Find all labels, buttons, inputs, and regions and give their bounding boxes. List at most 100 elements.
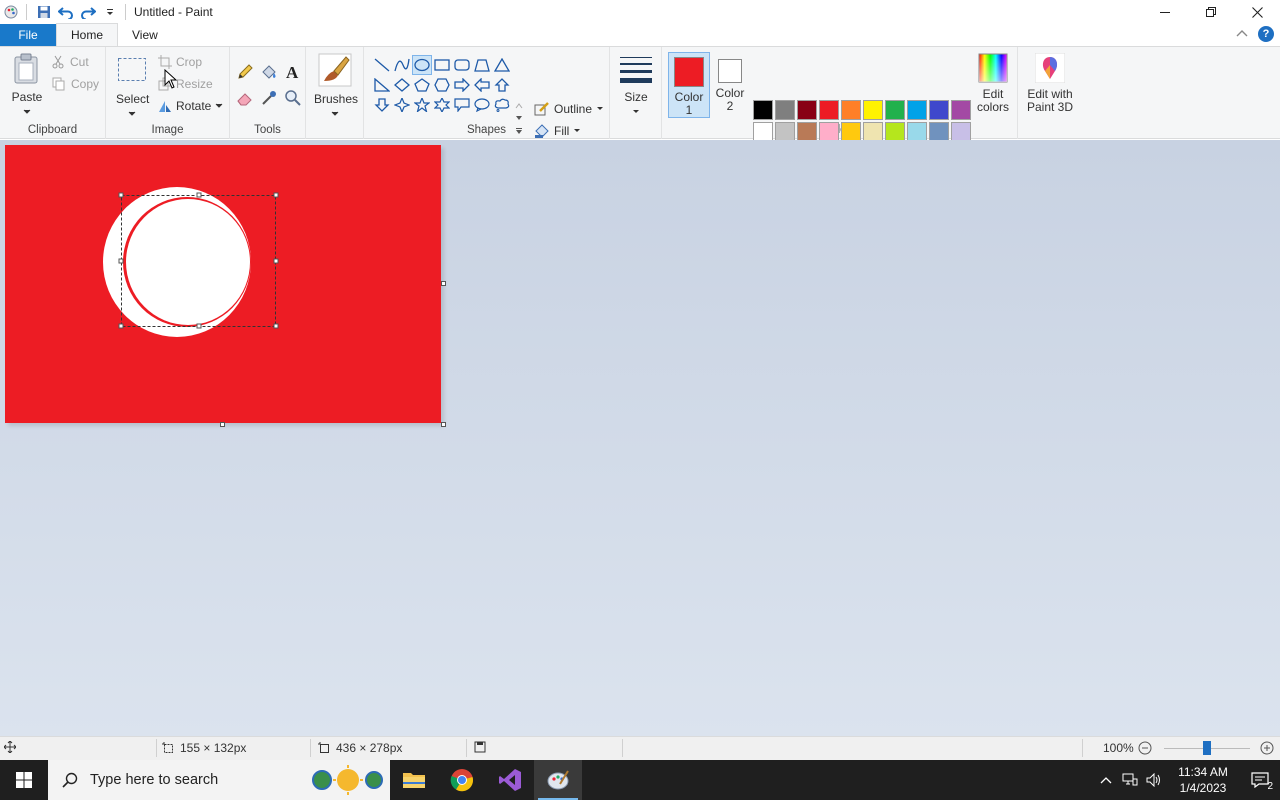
- shape-rect-callout-icon[interactable]: [452, 95, 472, 115]
- palette-swatch[interactable]: [775, 122, 795, 142]
- color2-button[interactable]: Color 2: [712, 52, 748, 118]
- palette-swatch[interactable]: [841, 122, 861, 142]
- shapes-scroll-up-icon[interactable]: [515, 103, 523, 109]
- shape-line-icon[interactable]: [372, 55, 392, 75]
- edit-with-paint3d-button[interactable]: Edit with Paint 3D: [1022, 52, 1078, 114]
- shapes-expand-icon[interactable]: [515, 127, 523, 135]
- palette-swatch[interactable]: [753, 100, 773, 120]
- zoom-in-button[interactable]: [1260, 741, 1274, 755]
- shape-cloud-callout-icon[interactable]: [492, 95, 512, 115]
- palette-swatch[interactable]: [819, 122, 839, 142]
- palette-swatch[interactable]: [797, 100, 817, 120]
- magnifier-icon[interactable]: [284, 89, 302, 107]
- taskbar-paint[interactable]: [534, 760, 582, 800]
- text-icon[interactable]: A: [284, 63, 302, 81]
- crop-button[interactable]: Crop: [158, 55, 202, 69]
- paste-button[interactable]: Paste: [10, 53, 44, 117]
- show-hidden-icons-button[interactable]: [1094, 776, 1118, 784]
- brushes-dropdown-chevron-icon[interactable]: [331, 111, 339, 117]
- tab-home[interactable]: Home: [56, 23, 119, 46]
- palette-swatch[interactable]: [951, 122, 971, 142]
- outline-dropdown-chevron-icon[interactable]: [596, 106, 604, 112]
- palette-swatch[interactable]: [885, 100, 905, 120]
- action-center-button[interactable]: 2: [1240, 772, 1280, 792]
- shape-up-arrow-icon[interactable]: [492, 75, 512, 95]
- palette-swatch[interactable]: [929, 100, 949, 120]
- taskbar-visual-studio[interactable]: [486, 760, 534, 800]
- color1-button[interactable]: Color 1: [668, 52, 710, 118]
- palette-swatch[interactable]: [841, 100, 861, 120]
- canvas-resize-handle-right[interactable]: [441, 281, 446, 286]
- restore-button[interactable]: [1188, 0, 1234, 24]
- shape-diamond-icon[interactable]: [392, 75, 412, 95]
- palette-swatch[interactable]: [819, 100, 839, 120]
- fill-dropdown-chevron-icon[interactable]: [573, 128, 581, 134]
- shape-pentagon-icon[interactable]: [412, 75, 432, 95]
- rotate-dropdown-chevron-icon[interactable]: [215, 103, 223, 109]
- shape-six-point-star-icon[interactable]: [432, 95, 452, 115]
- taskbar-search-box[interactable]: Type here to search: [48, 760, 390, 800]
- brushes-button[interactable]: Brushes: [314, 53, 358, 120]
- shape-left-arrow-icon[interactable]: [472, 75, 492, 95]
- shape-rectangle-icon[interactable]: [432, 55, 452, 75]
- drawing-canvas[interactable]: [5, 145, 441, 423]
- shape-rounded-rectangle-icon[interactable]: [452, 55, 472, 75]
- shape-right-arrow-icon[interactable]: [452, 75, 472, 95]
- palette-swatch[interactable]: [929, 122, 949, 142]
- palette-swatch[interactable]: [907, 100, 927, 120]
- undo-icon[interactable]: [55, 1, 77, 23]
- paste-dropdown-chevron-icon[interactable]: [23, 109, 31, 115]
- cut-button[interactable]: Cut: [52, 55, 89, 69]
- taskbar-clock[interactable]: 11:34 AM 1/4/2023: [1166, 764, 1240, 796]
- fill-bucket-icon[interactable]: [260, 63, 278, 81]
- palette-swatch[interactable]: [885, 122, 905, 142]
- shape-hexagon-icon[interactable]: [432, 75, 452, 95]
- shape-four-point-star-icon[interactable]: [392, 95, 412, 115]
- minimize-button[interactable]: [1142, 0, 1188, 24]
- palette-swatch[interactable]: [951, 100, 971, 120]
- select-button[interactable]: Select: [116, 57, 149, 120]
- tab-view[interactable]: View: [118, 24, 172, 46]
- help-icon[interactable]: ?: [1258, 26, 1274, 42]
- redo-icon[interactable]: [77, 1, 99, 23]
- save-icon[interactable]: [33, 1, 55, 23]
- close-button[interactable]: [1234, 0, 1280, 24]
- shape-polygon-icon[interactable]: [472, 55, 492, 75]
- shapes-scroll-down-icon[interactable]: [515, 115, 523, 121]
- paint-app-icon[interactable]: [0, 1, 22, 23]
- start-button[interactable]: [0, 760, 48, 800]
- palette-swatch[interactable]: [775, 100, 795, 120]
- shape-oval-callout-icon[interactable]: [472, 95, 492, 115]
- outline-button[interactable]: Outline: [534, 101, 604, 117]
- customize-qat-chevron-icon[interactable]: [99, 1, 121, 23]
- palette-swatch[interactable]: [907, 122, 927, 142]
- canvas-resize-handle-bottom[interactable]: [220, 422, 225, 427]
- volume-button[interactable]: [1142, 773, 1166, 787]
- fill-button[interactable]: Fill: [534, 123, 581, 139]
- pencil-icon[interactable]: [236, 63, 254, 81]
- rotate-button[interactable]: Rotate: [158, 99, 223, 113]
- shape-right-triangle-icon[interactable]: [372, 75, 392, 95]
- palette-swatch[interactable]: [863, 122, 883, 142]
- color-picker-icon[interactable]: [260, 89, 278, 107]
- size-dropdown-chevron-icon[interactable]: [632, 109, 640, 115]
- canvas-resize-handle-corner[interactable]: [441, 422, 446, 427]
- collapse-ribbon-chevron-icon[interactable]: [1236, 29, 1248, 39]
- copy-button[interactable]: Copy: [52, 77, 99, 91]
- palette-swatch[interactable]: [863, 100, 883, 120]
- tab-file[interactable]: File: [0, 24, 56, 46]
- shape-five-point-star-icon[interactable]: [412, 95, 432, 115]
- shape-down-arrow-icon[interactable]: [372, 95, 392, 115]
- size-button[interactable]: Size: [618, 55, 654, 118]
- network-button[interactable]: [1118, 773, 1142, 787]
- edit-colors-button[interactable]: Edit colors: [974, 53, 1012, 114]
- taskbar-file-explorer[interactable]: [390, 760, 438, 800]
- eraser-icon[interactable]: [236, 89, 254, 107]
- zoom-out-button[interactable]: [1138, 741, 1152, 755]
- weather-widget-icon[interactable]: [310, 765, 384, 795]
- zoom-slider-thumb[interactable]: [1203, 741, 1211, 755]
- taskbar-chrome[interactable]: [438, 760, 486, 800]
- shape-oval-icon[interactable]: [412, 55, 432, 75]
- palette-swatch[interactable]: [797, 122, 817, 142]
- select-dropdown-chevron-icon[interactable]: [128, 111, 136, 117]
